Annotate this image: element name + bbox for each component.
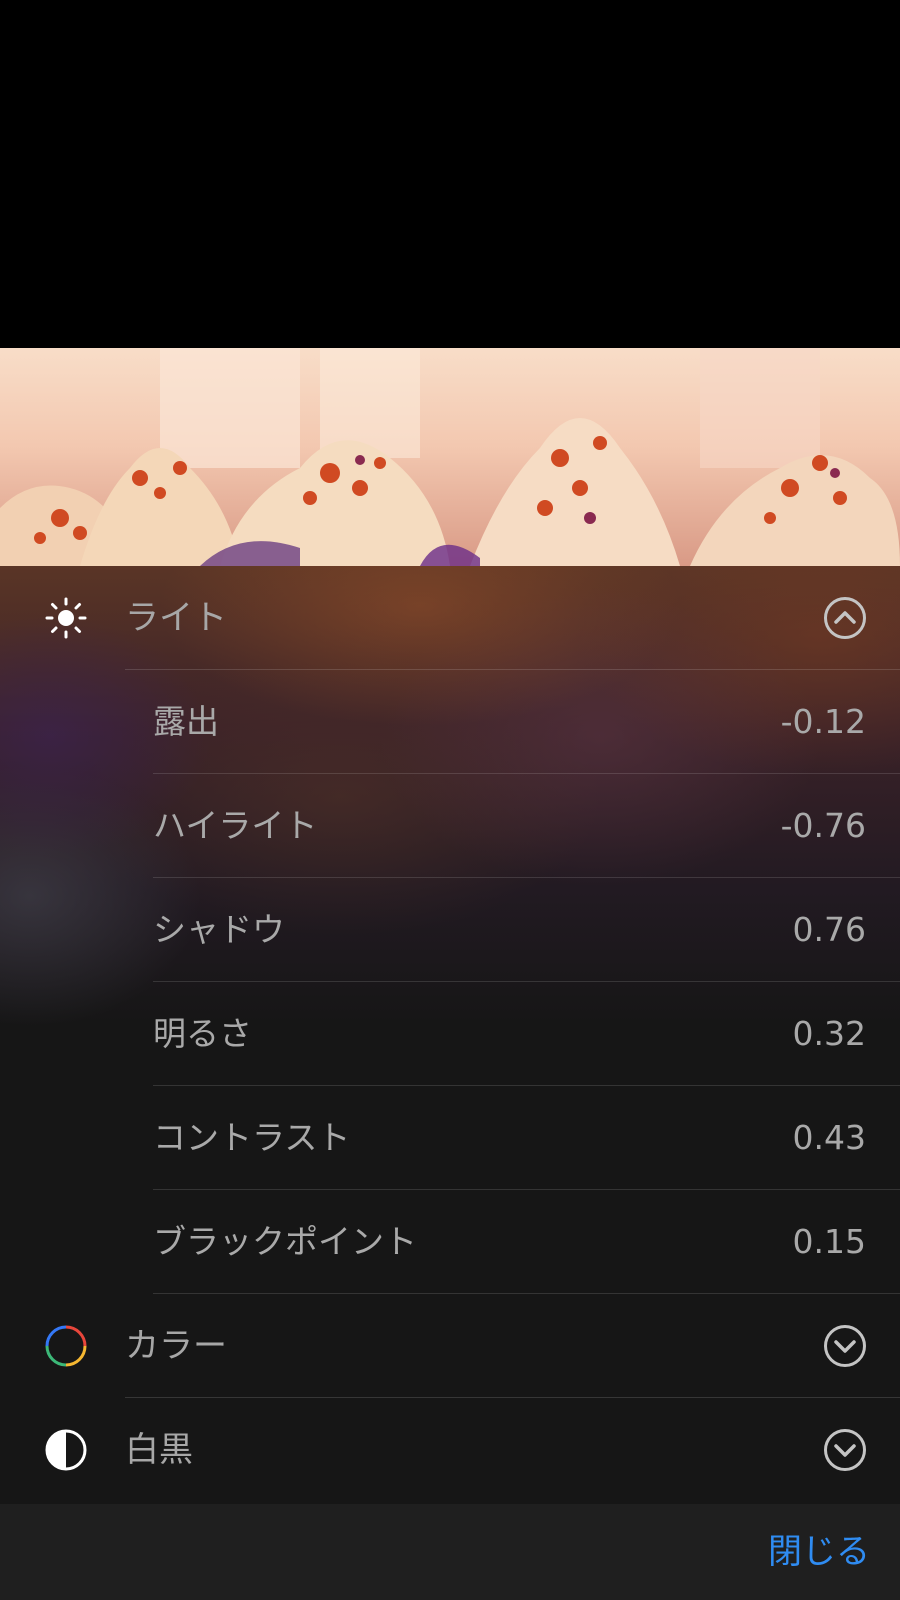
close-button[interactable]: 閉じる [768, 1504, 870, 1600]
adjustment-label: ブラックポイント [153, 1222, 417, 1261]
adjustment-value: -0.12 [780, 702, 866, 741]
adjustment-value: 0.15 [792, 1222, 866, 1261]
slider-row-contrast[interactable]: コントラスト 0.43 [0, 1086, 900, 1190]
adjustment-label: シャドウ [153, 910, 285, 949]
slider-row-brightness[interactable]: 明るさ 0.32 [0, 982, 900, 1086]
chevron-down-icon[interactable] [823, 1324, 867, 1368]
bottom-toolbar: 閉じる [0, 1504, 900, 1600]
slider-row-shadows[interactable]: シャドウ 0.76 [0, 878, 900, 982]
photo-preview [0, 348, 900, 566]
slider-row-black-point[interactable]: ブラックポイント 0.15 [0, 1190, 900, 1294]
adjustment-value: 0.32 [792, 1014, 866, 1053]
adjustment-value: -0.76 [780, 806, 866, 845]
adjustment-label: コントラスト [153, 1118, 351, 1157]
color-ring-icon [44, 1324, 88, 1368]
adjustment-label: ハイライト [153, 806, 318, 845]
adjustment-value: 0.76 [792, 910, 866, 949]
adjustment-label: 明るさ [153, 1014, 252, 1053]
sun-icon [44, 596, 88, 640]
half-circle-icon [44, 1428, 88, 1472]
section-bw-label: 白黒 [125, 1430, 193, 1470]
section-color-header[interactable]: カラー [0, 1294, 900, 1398]
adjustment-label: 露出 [153, 702, 219, 741]
cupcakes-image [0, 348, 900, 566]
adjustment-value: 0.43 [792, 1118, 866, 1157]
section-light-header[interactable]: ライト [0, 566, 900, 670]
section-bw-header[interactable]: 白黒 [0, 1398, 900, 1502]
section-color-label: カラー [125, 1326, 227, 1366]
slider-row-exposure[interactable]: 露出 -0.12 [0, 670, 900, 774]
slider-row-highlights[interactable]: ハイライト -0.76 [0, 774, 900, 878]
chevron-up-icon[interactable] [823, 596, 867, 640]
adjustments-panel: ライト 露出 -0.12 ハイライト -0.76 シャドウ 0.76 明るさ 0… [0, 566, 900, 1504]
chevron-down-icon[interactable] [823, 1428, 867, 1472]
section-light-label: ライト [125, 598, 227, 638]
